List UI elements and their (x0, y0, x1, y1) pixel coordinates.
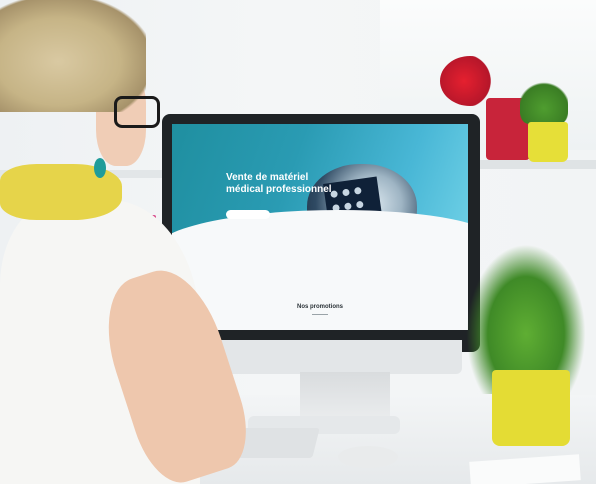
yellow-pot-small (528, 122, 568, 162)
scene: Vente de matériel médical professionnel … (0, 0, 596, 484)
hero-cta-button[interactable] (226, 210, 270, 219)
xray-dot (355, 200, 364, 209)
promotions-heading: Nos promotions (297, 304, 343, 310)
hero-wave (172, 210, 468, 280)
small-plant (520, 72, 568, 124)
woman-glasses (114, 96, 160, 128)
hero-title: Vente de matériel médical professionnel (226, 172, 332, 195)
xray-dot (353, 186, 362, 195)
mouse (338, 446, 398, 468)
monitor-screen[interactable]: Vente de matériel médical professionnel … (172, 124, 468, 330)
red-flower (440, 56, 500, 106)
woman-earring (94, 158, 106, 178)
promotions-underline (312, 314, 328, 315)
yellow-pot (492, 370, 570, 446)
